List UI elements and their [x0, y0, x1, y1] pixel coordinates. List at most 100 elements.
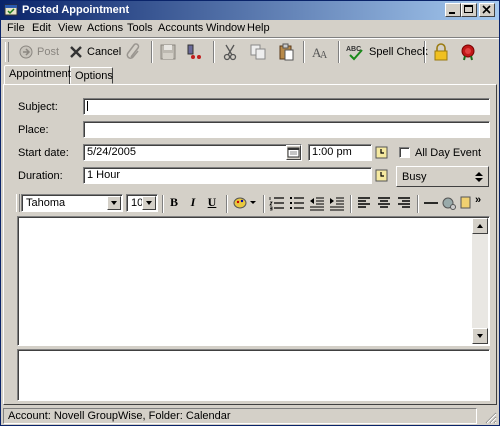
- close-icon: [482, 5, 491, 14]
- horizontal-line-icon[interactable]: [422, 194, 440, 212]
- vertical-scrollbar[interactable]: [472, 218, 488, 344]
- cancel-button[interactable]: Cancel: [65, 41, 122, 63]
- clock-icon: [375, 169, 388, 182]
- duration-input[interactable]: 1 Hour: [83, 167, 372, 184]
- appointment-panel: Subject: Place: Start date: 5/24/2005 1:…: [3, 84, 497, 405]
- all-day-event-checkbox[interactable]: [399, 147, 410, 158]
- toolbar-separator: [263, 195, 265, 213]
- spell-check-icon: ABC: [346, 46, 363, 61]
- menu-tools[interactable]: Tools: [127, 22, 153, 34]
- toolbar: Post Cancel A A ABC Spell Check: [1, 38, 499, 65]
- digital-sign-button[interactable]: [457, 41, 479, 63]
- menu-file[interactable]: File: [7, 22, 25, 34]
- font-size-select[interactable]: 10: [126, 194, 158, 212]
- font-button[interactable]: A A: [309, 41, 333, 63]
- palette-icon: [233, 197, 256, 209]
- copy-button[interactable]: [247, 41, 269, 63]
- chevron-down-icon: [477, 334, 483, 338]
- calendar-picker-button[interactable]: [286, 145, 301, 160]
- minimize-icon: [449, 12, 455, 14]
- appointment-icon: [4, 4, 18, 16]
- menu-accounts[interactable]: Accounts: [158, 22, 203, 34]
- menu-help[interactable]: Help: [247, 22, 270, 34]
- menu-window[interactable]: Window: [206, 22, 245, 34]
- toolbar-separator: [162, 195, 164, 213]
- duration-picker-button[interactable]: [375, 169, 389, 183]
- save-button[interactable]: [157, 41, 179, 63]
- subject-input[interactable]: [83, 98, 490, 115]
- maximize-button[interactable]: [461, 3, 477, 17]
- font-color-button[interactable]: [232, 194, 258, 212]
- clipboard-icon: [279, 43, 294, 61]
- menu-actions[interactable]: Actions: [87, 22, 123, 34]
- post-button[interactable]: Post: [15, 41, 59, 63]
- chevron-up-icon: [477, 224, 483, 228]
- toolbar-grip[interactable]: [5, 42, 9, 62]
- chevron-down-icon: [146, 201, 152, 205]
- lock-button[interactable]: [430, 41, 452, 63]
- menu-view[interactable]: View: [58, 22, 82, 34]
- toolbar-separator: [338, 41, 340, 63]
- close-button[interactable]: [479, 3, 495, 17]
- font-name-select[interactable]: Tahoma: [21, 194, 123, 212]
- tab-options[interactable]: Options: [70, 67, 113, 84]
- appointment-window: Posted Appointment File Edit View Action…: [0, 0, 500, 426]
- minimize-button[interactable]: [445, 3, 461, 17]
- font-size-dropdown-button[interactable]: [142, 196, 156, 210]
- tab-appointment-label: Appointment: [9, 68, 71, 80]
- italic-button[interactable]: I: [185, 193, 201, 211]
- insert-link-icon[interactable]: [440, 194, 458, 212]
- toolbar-separator: [350, 195, 352, 213]
- chevron-down-icon: [111, 201, 117, 205]
- toolbar-overflow-chevron-icon[interactable]: »: [475, 194, 481, 206]
- scroll-down-button[interactable]: [472, 328, 488, 344]
- tab-appointment[interactable]: Appointment: [4, 65, 71, 84]
- underline-button[interactable]: U: [204, 193, 220, 211]
- start-date-input[interactable]: 5/24/2005: [83, 144, 302, 161]
- toolbar-separator: [303, 41, 305, 63]
- format-toolbar-grip[interactable]: [16, 194, 20, 212]
- title-bar: Posted Appointment: [1, 1, 499, 20]
- address-book-button[interactable]: [183, 41, 207, 63]
- resize-grip-icon[interactable]: [483, 410, 497, 424]
- post-label: Post: [37, 46, 60, 58]
- start-time-input[interactable]: 1:00 pm: [308, 144, 372, 161]
- bullet-list-icon[interactable]: [288, 194, 306, 212]
- align-center-icon[interactable]: [375, 194, 393, 212]
- font-name-dropdown-button[interactable]: [107, 196, 121, 210]
- attach-button[interactable]: [123, 41, 145, 63]
- tab-options-label: Options: [75, 70, 113, 82]
- show-as-dropdown[interactable]: Busy: [396, 166, 489, 187]
- increase-indent-icon[interactable]: [328, 194, 346, 212]
- menu-bar: File Edit View Actions Tools Accounts Wi…: [1, 20, 499, 37]
- insert-image-icon[interactable]: [459, 194, 473, 212]
- align-right-icon[interactable]: [395, 194, 413, 212]
- message-body-editor[interactable]: [17, 216, 490, 346]
- cancel-icon: [70, 46, 82, 58]
- show-as-value: Busy: [402, 171, 427, 183]
- subject-label: Subject:: [18, 101, 58, 113]
- padlock-icon: [434, 43, 448, 61]
- scroll-up-button[interactable]: [472, 218, 488, 234]
- attachment-pane[interactable]: [17, 349, 490, 401]
- decrease-indent-icon[interactable]: [308, 194, 326, 212]
- cut-button[interactable]: [219, 41, 241, 63]
- bold-button[interactable]: B: [166, 193, 182, 211]
- window-title: Posted Appointment: [22, 4, 130, 16]
- text-caret: [87, 101, 88, 111]
- place-input[interactable]: [83, 121, 490, 138]
- toolbar-separator: [226, 195, 228, 213]
- scissors-icon: [223, 44, 237, 61]
- cancel-label: Cancel: [87, 46, 122, 58]
- numbered-list-icon[interactable]: [268, 194, 286, 212]
- status-bar: Account: Novell GroupWise, Folder: Calen…: [1, 406, 499, 425]
- align-left-icon[interactable]: [355, 194, 373, 212]
- spell-check-button[interactable]: ABC Spell Check: [344, 41, 428, 63]
- time-picker-button[interactable]: [375, 146, 389, 160]
- font-icon: A A: [312, 45, 328, 61]
- toolbar-separator: [417, 195, 419, 213]
- paste-button[interactable]: [275, 41, 297, 63]
- menu-edit[interactable]: Edit: [32, 22, 51, 34]
- toolbar-separator: [424, 41, 426, 63]
- copy-icon: [250, 44, 266, 60]
